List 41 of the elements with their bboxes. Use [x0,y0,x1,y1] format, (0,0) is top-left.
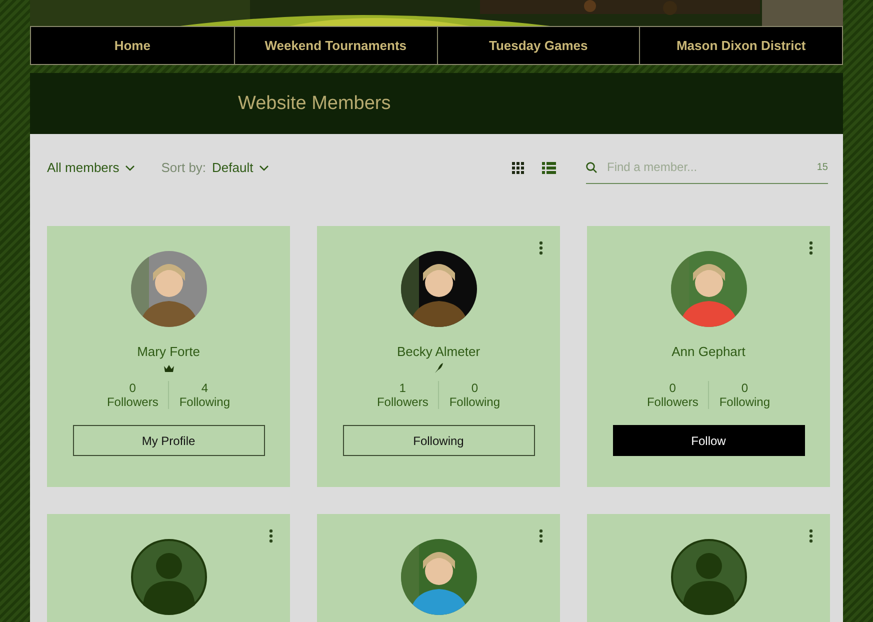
followers-count: 1 [399,381,406,395]
followers-label: Followers [106,395,158,409]
nav-link[interactable]: Home [31,27,234,64]
search-icon [586,162,597,172]
feather-icon [434,363,442,373]
following-count: 4 [201,381,208,395]
followers-count: 0 [129,381,136,395]
more-icon[interactable] [809,529,813,543]
nav-link[interactable]: Weekend Tournaments [234,27,436,64]
member-name[interactable]: Becky Almeter [396,344,480,359]
following-label: Following [719,395,770,409]
crown-icon [164,364,174,372]
following-count: 0 [741,381,748,395]
member-name[interactable]: Ann Gephart [672,344,746,359]
search-field[interactable]: Find a member... [605,159,809,175]
followers-label: Followers [646,395,698,409]
nav-link[interactable]: Mason Dixon District [639,27,842,64]
following-label: Following [179,395,230,409]
chevron-icon [125,164,136,170]
member-count: 15 [816,162,828,172]
following-label: Following [449,395,500,409]
nav-link[interactable]: Tuesday Games [436,27,640,64]
more-icon[interactable] [539,529,543,543]
filter-dropdown[interactable]: All members [47,160,136,175]
chevron-icon [259,164,270,170]
avatar-icon [130,539,206,615]
more-icon[interactable] [539,241,543,255]
follow-button[interactable]: Follow [612,425,804,456]
more-icon[interactable] [269,529,273,543]
grid-view-icon[interactable] [512,162,524,174]
followers-count: 0 [669,381,676,395]
avatar-icon [670,539,746,615]
list-view-icon[interactable] [542,162,556,174]
profile-button[interactable]: My Profile [72,425,264,456]
followers-label: Followers [376,395,428,409]
page-title: Website Members [238,92,391,114]
following-count: 0 [471,381,478,395]
profile-button[interactable]: Following [342,425,534,456]
member-name[interactable]: Mary Forte [137,344,200,359]
more-icon[interactable] [809,241,813,255]
sort-dropdown[interactable]: Sort by: Default [161,160,270,175]
